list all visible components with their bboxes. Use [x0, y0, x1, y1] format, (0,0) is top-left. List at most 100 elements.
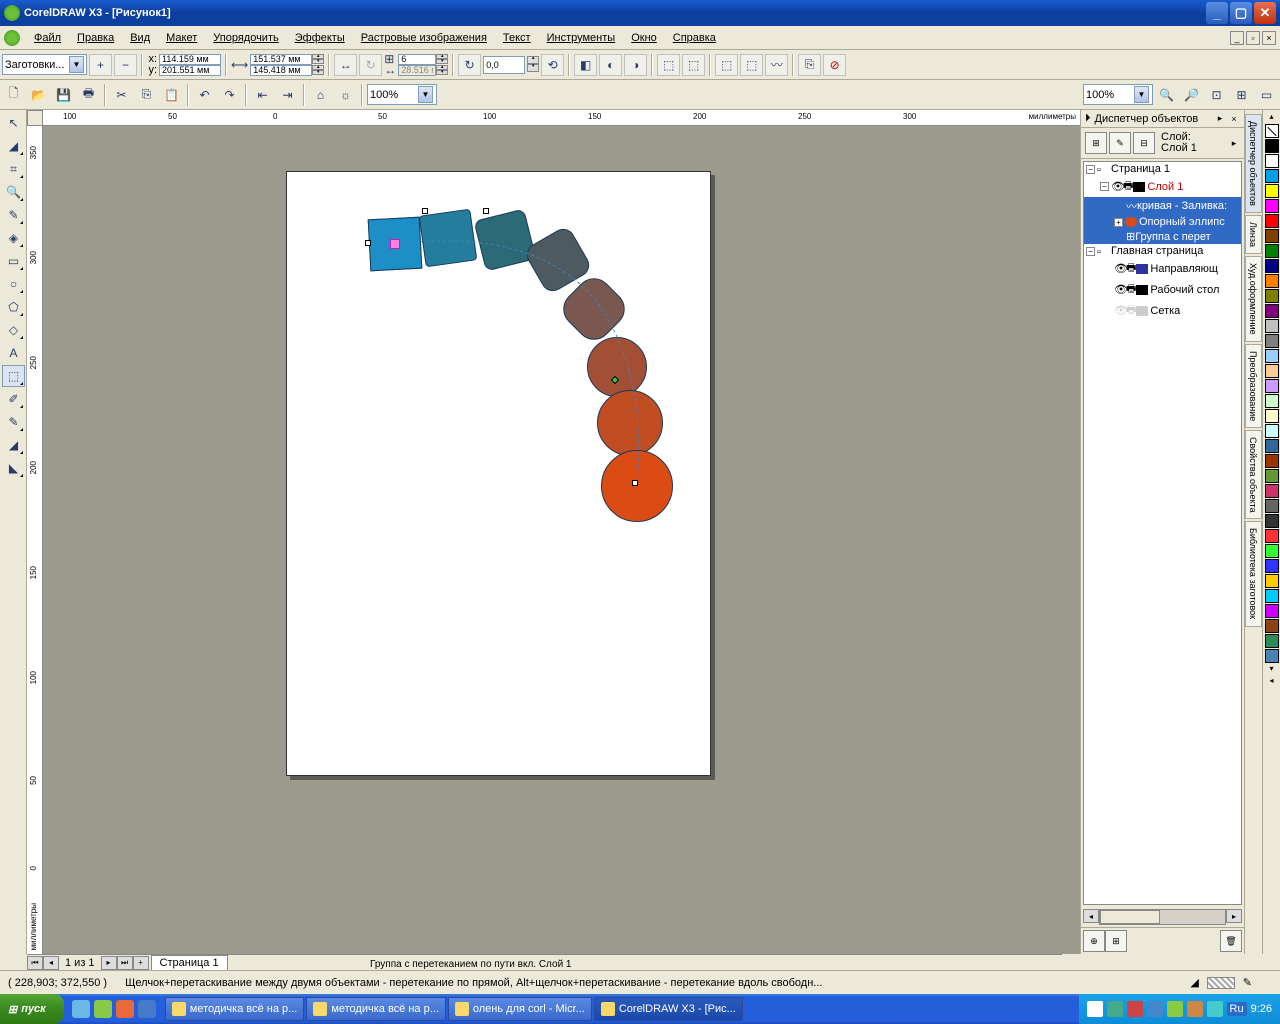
ellipse-tool[interactable]: ○	[2, 273, 25, 295]
tray-icon[interactable]	[1207, 1001, 1223, 1017]
next-page-button[interactable]: ▸	[101, 956, 117, 970]
minimize-button[interactable]: _	[1206, 2, 1228, 24]
tree-grid[interactable]: Сетка	[1150, 305, 1180, 317]
scrollbar-thumb[interactable]	[1100, 910, 1160, 924]
layer-manager-button[interactable]: ⊟	[1133, 132, 1155, 154]
tray-icon[interactable]	[1147, 1001, 1163, 1017]
zoom-combo[interactable]: ▼	[367, 84, 437, 105]
color-swatch[interactable]	[1265, 364, 1279, 378]
layer-edit-button[interactable]: ✎	[1109, 132, 1131, 154]
docker-menu-button[interactable]: ▸	[1214, 113, 1226, 125]
menu-edit[interactable]: Правка	[69, 29, 122, 47]
save-button[interactable]: 💾	[52, 84, 75, 106]
zoom-tool[interactable]: 🔍	[2, 181, 25, 203]
tray-icon[interactable]	[1167, 1001, 1183, 1017]
color-swatch[interactable]	[1265, 589, 1279, 603]
open-button[interactable]: 📂	[27, 84, 50, 106]
new-layer-button[interactable]: ⊕	[1083, 930, 1105, 952]
ruler-horizontal[interactable]: 100 50 0 50 100 150 200 250 300 миллимет…	[43, 110, 1080, 126]
eye-icon[interactable]: 👁	[1114, 304, 1126, 317]
color-swatch[interactable]	[1265, 379, 1279, 393]
side-tab-object-manager[interactable]: Диспетчер объектов	[1245, 114, 1262, 213]
menu-arrange[interactable]: Упорядочить	[205, 29, 286, 47]
corel-online-button[interactable]: ☼	[334, 84, 357, 106]
fill-swatch[interactable]	[1207, 977, 1235, 989]
tray-icon[interactable]	[1107, 1001, 1123, 1017]
scroll-right-button[interactable]: ▸	[1226, 909, 1242, 923]
ccw-blend-button[interactable]: ◑	[624, 54, 647, 76]
ruler-vertical[interactable]: 350 300 250 200 150 100 50 0 миллиметры	[27, 126, 43, 954]
color-swatch[interactable]	[1265, 469, 1279, 483]
tree-layer[interactable]: Слой 1	[1147, 181, 1183, 193]
eye-icon[interactable]: 👁	[1111, 180, 1123, 193]
tray-icon[interactable]	[1087, 1001, 1103, 1017]
menu-bitmaps[interactable]: Растровые изображения	[353, 29, 495, 47]
menu-view[interactable]: Вид	[122, 29, 158, 47]
first-page-button[interactable]: ⏮	[27, 956, 43, 970]
menu-text[interactable]: Текст	[495, 29, 539, 47]
tree-collapse-icon[interactable]: −	[1086, 247, 1095, 256]
blend-rotation-button[interactable]: ↻	[458, 54, 481, 76]
tree-group[interactable]: Группа с перет	[1135, 231, 1210, 243]
rectangle-tool[interactable]: ▭	[2, 250, 25, 272]
color-swatch[interactable]	[1265, 574, 1279, 588]
blend-end-handle[interactable]	[632, 480, 638, 486]
menu-help[interactable]: Справка	[665, 29, 724, 47]
new-button[interactable]: 🗋	[2, 84, 25, 106]
accel-objects-button[interactable]: ⬚	[657, 54, 680, 76]
color-swatch[interactable]	[1265, 394, 1279, 408]
color-swatch[interactable]	[1265, 289, 1279, 303]
side-tab-lens[interactable]: Линза	[1245, 215, 1262, 254]
undo-button[interactable]: ↶	[193, 84, 216, 106]
quicklaunch-icon[interactable]	[116, 1000, 134, 1018]
page-tab[interactable]: Страница 1	[151, 955, 228, 971]
print-icon[interactable]: 🖶	[1126, 301, 1136, 320]
color-swatch[interactable]	[1265, 634, 1279, 648]
add-page-button[interactable]: +	[133, 956, 149, 970]
menu-window[interactable]: Окно	[623, 29, 665, 47]
tree-page[interactable]: Страница 1	[1111, 163, 1170, 175]
doc-close-button[interactable]: ×	[1262, 31, 1276, 45]
color-swatch[interactable]	[1265, 184, 1279, 198]
object-tree[interactable]: −▫Страница 1 −👁🖶Слой 1 〰кривая - Заливка…	[1083, 161, 1242, 905]
remove-preset-button[interactable]: −	[114, 54, 137, 76]
eye-icon[interactable]: 👁	[1114, 283, 1126, 296]
freehand-tool[interactable]: ✎	[2, 204, 25, 226]
crop-tool[interactable]: ⌗	[2, 158, 25, 180]
print-button[interactable]: 🖶	[77, 84, 100, 106]
export-button[interactable]: ⇥	[276, 84, 299, 106]
zoom-input-right[interactable]	[1086, 89, 1134, 101]
new-master-button[interactable]: ⊞	[1105, 930, 1127, 952]
eye-icon[interactable]: 👁	[1114, 262, 1126, 275]
color-swatch[interactable]	[1265, 454, 1279, 468]
palette-down-button[interactable]: ▾	[1265, 664, 1279, 676]
color-swatch[interactable]	[1265, 544, 1279, 558]
color-swatch[interactable]	[1265, 229, 1279, 243]
zoom-out-button[interactable]: 🔎	[1180, 84, 1203, 106]
delete-button[interactable]: 🗑	[1220, 930, 1242, 952]
blend-cw-button[interactable]: ↻	[359, 54, 382, 76]
copy-blend-button[interactable]: ⎘	[798, 54, 821, 76]
taskbar-task[interactable]: олень для corl - Micr...	[448, 997, 592, 1021]
menu-file[interactable]: Файл	[26, 29, 69, 47]
color-swatch[interactable]	[1265, 409, 1279, 423]
color-swatch[interactable]	[1265, 559, 1279, 573]
tray-icon[interactable]	[1187, 1001, 1203, 1017]
maximize-button[interactable]: ▢	[1230, 2, 1252, 24]
start-button[interactable]: ⊞пуск	[0, 994, 64, 1024]
layer-color-icon[interactable]	[1136, 264, 1148, 274]
text-tool[interactable]: A	[2, 342, 25, 364]
tree-guides[interactable]: Направляющ	[1150, 263, 1218, 275]
taskbar-task[interactable]: CorelDRAW X3 - [Рис...	[594, 997, 743, 1021]
polygon-tool[interactable]: ⬠	[2, 296, 25, 318]
app-launcher-button[interactable]: ⌂	[309, 84, 332, 106]
color-swatch[interactable]	[1265, 619, 1279, 633]
print-icon[interactable]: 🖶	[1123, 177, 1133, 196]
menu-layout[interactable]: Макет	[158, 29, 205, 47]
add-preset-button[interactable]: +	[89, 54, 112, 76]
side-tab-scrapbook[interactable]: Библиотека заготовок	[1245, 521, 1262, 626]
language-indicator[interactable]: Ru	[1227, 1002, 1247, 1016]
last-page-button[interactable]: ⏭	[117, 956, 133, 970]
accel-size-button[interactable]: ⬚	[682, 54, 705, 76]
blend-start-handle[interactable]	[390, 239, 400, 249]
